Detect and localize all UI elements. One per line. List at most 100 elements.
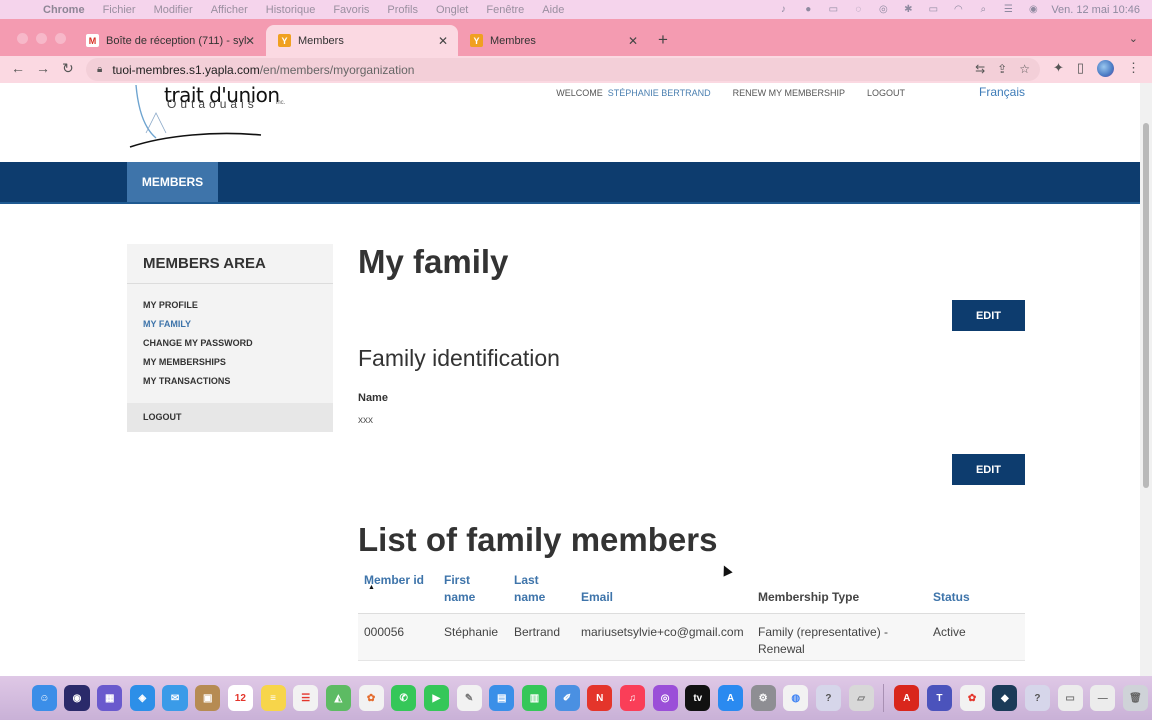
language-switch-link[interactable]: Français [979,85,1025,99]
header-logout-link[interactable]: LOGOUT [867,88,905,98]
photos-icon[interactable]: ✿ [358,685,384,711]
notification-icon[interactable]: ● [801,4,815,15]
notes-icon[interactable]: ≡ [260,685,286,711]
podcasts-icon[interactable]: ◎ [652,685,678,711]
tab-search-chevron-icon[interactable]: ⌄ [1129,32,1138,45]
zoom-window-button[interactable] [55,33,66,44]
table-row[interactable] [358,661,1025,676]
hd-icon[interactable]: ▭ [826,4,840,15]
battery-icon[interactable]: ▭ [926,4,940,15]
page-scrollbar[interactable] [1140,83,1152,676]
apple-tv-icon[interactable]: tv [685,685,711,711]
tab-gmail[interactable]: M Boîte de réception (711) - sylvi ✕ [74,25,265,56]
microsoft-office-icon[interactable]: ✿ [959,685,985,711]
profile-avatar-icon[interactable] [1097,60,1114,77]
minimize-window-button[interactable] [36,33,47,44]
help-icon[interactable]: ? [1024,685,1050,711]
numbers-icon[interactable]: ▥ [521,685,547,711]
menu-item-window[interactable]: Fenêtre [486,4,524,16]
new-tab-icon[interactable]: + [658,30,668,50]
tab-members[interactable]: Y Members ✕ [266,25,458,56]
news-icon[interactable]: N [587,685,613,711]
site-logo[interactable]: trait d'union Outaouais inc. [126,83,296,151]
contacts-icon[interactable]: ▣ [195,685,221,711]
sidebar-item-my-family[interactable]: MY FAMILY [143,318,333,337]
column-header-last-name[interactable]: Last name [514,572,564,606]
siri-icon[interactable]: ◉ [1026,4,1040,15]
close-window-button[interactable] [17,33,28,44]
nav-item-members[interactable]: MEMBERS [127,162,218,202]
column-header-first-name[interactable]: First name [444,572,494,606]
close-tab-icon[interactable]: ✕ [438,34,448,48]
column-header-member-id[interactable]: Member id ▲ [364,572,424,591]
welcome-user-link[interactable]: STÉPHANIE BERTRAND [608,88,711,98]
share-icon[interactable]: ⇪ [997,62,1007,76]
screenshot-icon[interactable]: ▭ [1057,685,1083,711]
sync-icon[interactable]: ◌ [851,4,865,15]
edit-family-button[interactable]: EDIT [952,300,1025,331]
finder-icon[interactable]: ☺ [31,685,57,711]
sidebar-item-change-password[interactable]: CHANGE MY PASSWORD [143,337,333,356]
address-bar[interactable]: 🔒︎ tuoi-membres.s1.yapla.com/en/members/… [86,58,1040,81]
wifi-icon[interactable]: ◠ [951,4,965,15]
app-store-icon[interactable]: A [717,685,743,711]
keynote-icon[interactable]: ▤ [489,685,515,711]
close-tab-icon[interactable]: ✕ [245,34,255,48]
bluetooth-icon[interactable]: ✱ [901,4,915,15]
downloads-icon[interactable]: — [1090,685,1116,711]
vscode-icon[interactable]: ◆ [992,685,1018,711]
close-tab-icon[interactable]: ✕ [628,34,638,48]
renew-membership-link[interactable]: RENEW MY MEMBERSHIP [733,88,845,98]
column-header-email[interactable]: Email [581,589,613,606]
tab-membres[interactable]: Y Membres ✕ [458,25,648,56]
column-header-status[interactable]: Status [933,589,970,606]
reminders-icon[interactable]: ☰ [293,685,319,711]
preview-icon[interactable]: ▱ [848,685,874,711]
side-panel-icon[interactable]: ▯ [1077,60,1084,77]
pages-icon[interactable]: ✐ [554,685,580,711]
chrome-icon[interactable]: ◍ [783,685,809,711]
calendar-icon[interactable]: 12 [227,685,253,711]
search-icon[interactable]: ⌕ [976,4,990,15]
menu-item-file[interactable]: Fichier [103,4,136,16]
reload-icon[interactable]: ↻ [62,60,74,77]
menu-app-name[interactable]: Chrome [43,4,85,16]
system-settings-icon[interactable]: ⚙ [750,685,776,711]
messages-icon[interactable]: ✆ [391,685,417,711]
scrollbar-thumb[interactable] [1143,123,1149,488]
more-menu-icon[interactable]: ⋮ [1127,60,1140,77]
control-center-icon[interactable]: ☰ [1001,4,1015,15]
menu-item-history[interactable]: Historique [266,4,316,16]
table-row[interactable]: 000056 Stéphanie Bertrand mariusetsylvie… [358,614,1025,661]
menu-item-bookmarks[interactable]: Favoris [333,4,369,16]
lock-icon[interactable]: 🔒︎ [97,64,102,75]
sidebar-logout-link[interactable]: LOGOUT [127,403,333,432]
facetime-icon[interactable]: ▶ [423,685,449,711]
extensions-puzzle-icon[interactable]: ✦ [1053,60,1064,77]
menubar-datetime[interactable]: Ven. 12 mai 10:46 [1051,4,1140,16]
menu-item-help[interactable]: Aide [542,4,564,16]
mail-icon[interactable]: ✉ [162,685,188,711]
maps-icon[interactable]: ◭ [325,685,351,711]
back-arrow-icon[interactable]: ← [11,60,25,76]
mic-icon[interactable]: ♪ [776,4,790,15]
forward-arrow-icon[interactable]: → [36,60,50,76]
trash-icon[interactable]: 🗑︎ [1122,685,1149,711]
menu-item-view[interactable]: Afficher [211,4,248,16]
menu-item-edit[interactable]: Modifier [154,4,193,16]
freeform-icon[interactable]: ✎ [456,685,482,711]
help-icon[interactable]: ? [815,685,841,711]
sidebar-item-my-profile[interactable]: MY PROFILE [143,299,333,318]
bookmark-star-icon[interactable]: ☆ [1019,62,1030,76]
siri-icon[interactable]: ◉ [64,685,90,711]
menu-item-profiles[interactable]: Profils [387,4,418,16]
launchpad-icon[interactable]: ▦ [97,685,123,711]
sidebar-item-my-memberships[interactable]: MY MEMBERSHIPS [143,356,333,375]
translate-icon[interactable]: ⇆ [975,62,985,76]
sidebar-item-my-transactions[interactable]: MY TRANSACTIONS [143,375,333,394]
menu-item-tab[interactable]: Onglet [436,4,468,16]
safari-icon[interactable]: ◈ [129,685,155,711]
edit-identification-button[interactable]: EDIT [952,454,1025,485]
teams-icon[interactable]: T [926,685,952,711]
acrobat-icon[interactable]: A [894,685,920,711]
